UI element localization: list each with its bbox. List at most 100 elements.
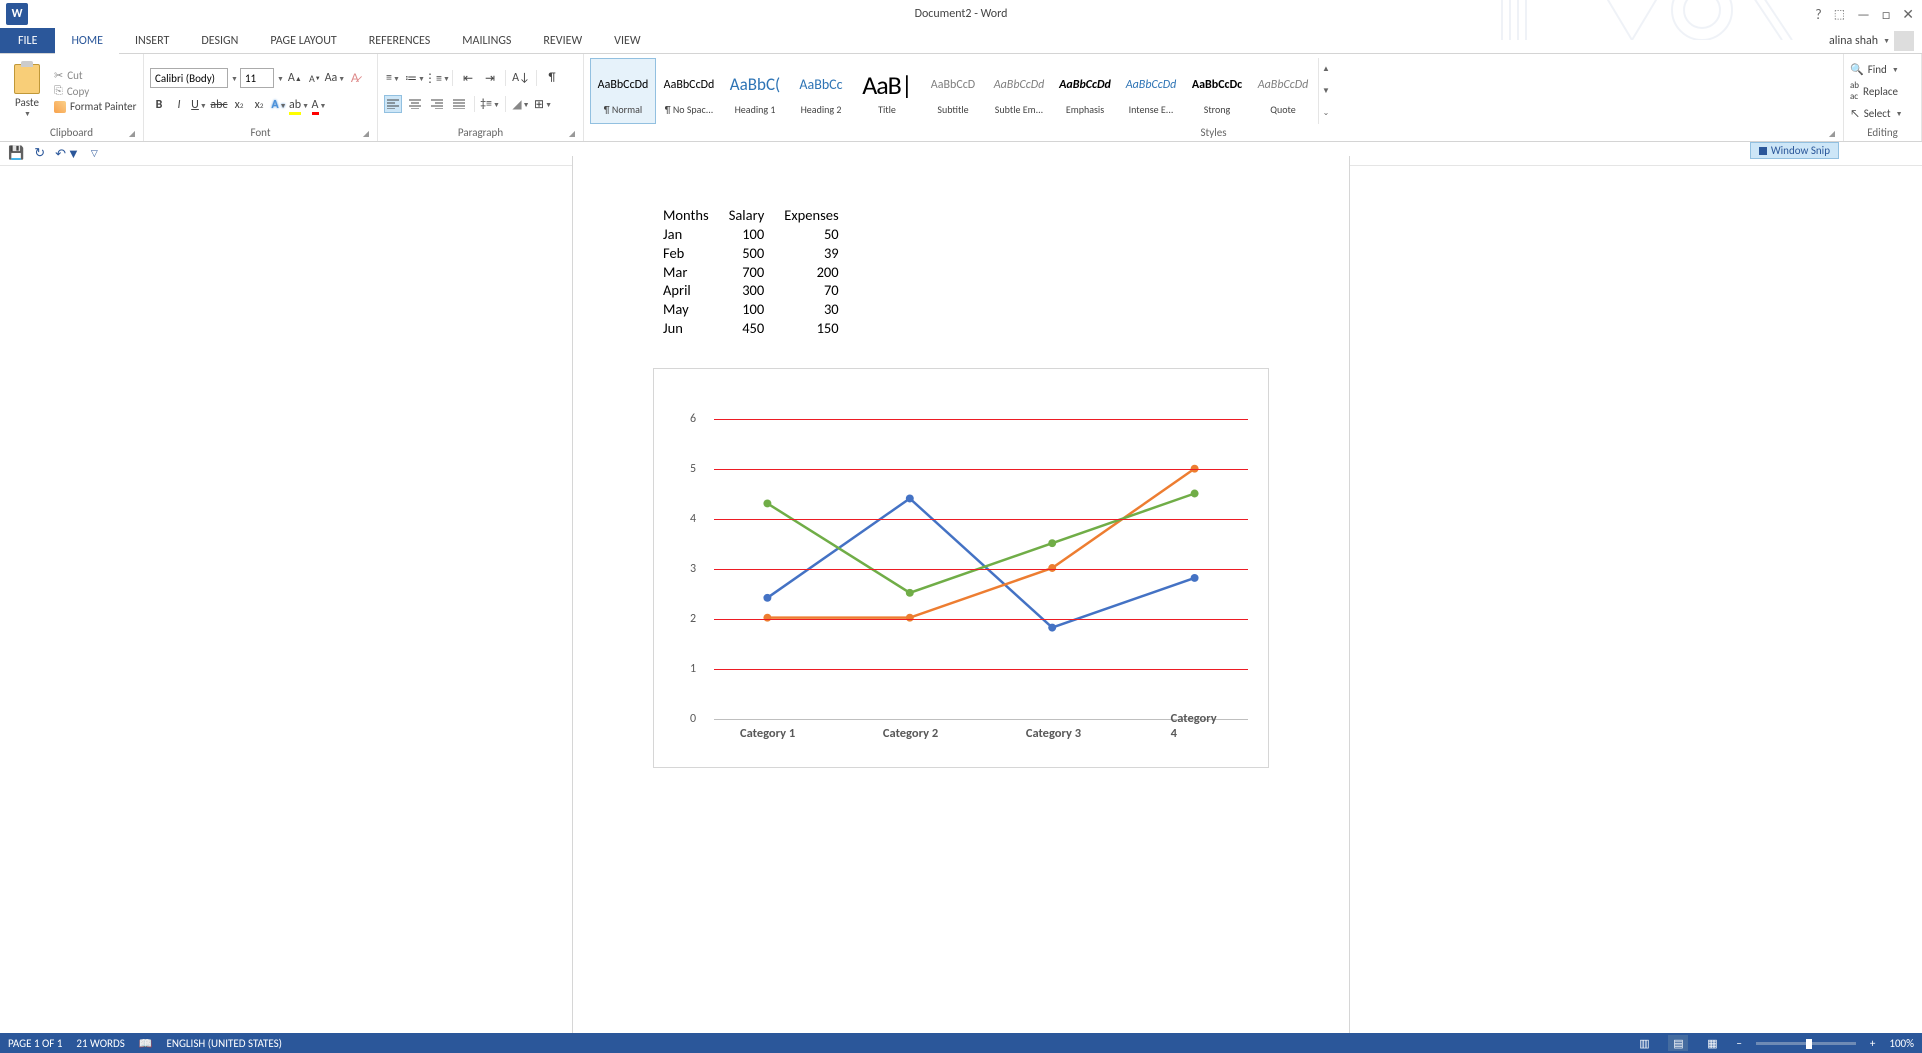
window-snip-tooltip: Window Snip [1750, 142, 1839, 159]
titlebar: W Document2 - Word ? ⬚ — □ ✕ [0, 0, 1922, 28]
font-color-button[interactable]: A▼ [310, 96, 328, 114]
show-marks-button[interactable]: ¶ [543, 69, 561, 87]
style-quote[interactable]: AaBbCcDdQuote [1250, 58, 1316, 124]
shading-button[interactable]: ◢▼ [512, 95, 530, 113]
tab-insert[interactable]: INSERT [119, 28, 185, 53]
read-mode-button[interactable]: ▥ [1634, 1035, 1654, 1051]
font-size-input[interactable] [240, 68, 274, 88]
window-title: Document2 - Word [915, 7, 1008, 21]
numbering-button[interactable]: ≔▼ [406, 69, 424, 87]
align-left-button[interactable] [384, 95, 402, 113]
style-emphasis[interactable]: AaBbCcDdEmphasis [1052, 58, 1118, 124]
tab-review[interactable]: REVIEW [527, 28, 598, 53]
style-heading-2[interactable]: AaBbCcHeading 2 [788, 58, 854, 124]
tab-mailings[interactable]: MAILINGS [446, 28, 527, 53]
dialog-launcher-icon[interactable]: ◢ [129, 129, 135, 139]
undo-button[interactable]: ↶▼ [55, 146, 80, 162]
grow-font-button[interactable]: A▲ [286, 69, 304, 87]
close-icon[interactable]: ✕ [1902, 6, 1914, 23]
font-name-input[interactable] [150, 68, 228, 88]
text-effects-button[interactable]: A▼ [270, 96, 288, 114]
word-count[interactable]: 21 WORDS [76, 1037, 124, 1050]
style--normal[interactable]: AaBbCcDd¶ Normal [590, 58, 656, 124]
justify-button[interactable] [450, 95, 468, 113]
page-number[interactable]: PAGE 1 OF 1 [8, 1037, 62, 1050]
decrease-indent-button[interactable]: ⇤ [459, 69, 477, 87]
chart-marker [1048, 564, 1056, 572]
print-layout-button[interactable]: ▤ [1668, 1035, 1688, 1051]
group-paragraph: ≡▼ ≔▼ ⋮≡▼ ⇤ ⇥ A↓ ¶ [378, 54, 584, 141]
group-label-font: Font◢ [150, 126, 371, 141]
zoom-out-button[interactable]: − [1736, 1037, 1741, 1050]
styles-scroll-down[interactable]: ▼ [1319, 80, 1333, 102]
page[interactable]: MonthsSalaryExpenses Jan10050Feb50039Mar… [573, 156, 1349, 1033]
chart-marker [906, 589, 914, 597]
restore-icon[interactable]: □ [1882, 6, 1890, 23]
bullets-button[interactable]: ≡▼ [384, 69, 402, 87]
dialog-launcher-icon[interactable]: ◢ [569, 129, 575, 139]
minimize-icon[interactable]: — [1857, 6, 1870, 23]
superscript-button[interactable]: x2 [250, 96, 268, 114]
chevron-down-icon[interactable]: ▼ [277, 74, 284, 83]
sort-button[interactable]: A↓ [512, 69, 530, 87]
chart-marker [1048, 624, 1056, 632]
bold-button[interactable]: B [150, 96, 168, 114]
style-subtle-em-[interactable]: AaBbCcDdSubtle Em... [986, 58, 1052, 124]
cut-button[interactable]: ✂Cut [54, 69, 136, 82]
chart-series-line [767, 493, 1194, 592]
style-title[interactable]: AaB|Title [854, 58, 920, 124]
change-case-button[interactable]: Aa▼ [326, 69, 344, 87]
tab-page-layout[interactable]: PAGE LAYOUT [254, 28, 352, 53]
line-chart[interactable]: 0123456Category 1Category 2Category 3Cat… [653, 368, 1269, 768]
replace-button[interactable]: abacReplace [1850, 81, 1898, 101]
zoom-level[interactable]: 100% [1889, 1037, 1914, 1050]
line-spacing-button[interactable]: ‡≡▼ [481, 95, 499, 113]
italic-button[interactable]: I [170, 96, 188, 114]
align-center-button[interactable] [406, 95, 424, 113]
tab-view[interactable]: VIEW [598, 28, 656, 53]
help-icon[interactable]: ? [1815, 6, 1822, 23]
zoom-in-button[interactable]: + [1870, 1037, 1875, 1050]
user-menu[interactable]: alina shah ▼ [1821, 28, 1922, 53]
repeat-button[interactable]: ↻ [34, 146, 45, 161]
styles-expand[interactable]: ⌄ [1319, 102, 1333, 124]
y-tick-label: 4 [690, 512, 696, 526]
chevron-down-icon[interactable]: ▼ [231, 74, 238, 83]
spellcheck-icon[interactable]: 📖 [139, 1037, 153, 1050]
tab-home[interactable]: HOME [55, 28, 119, 54]
tab-design[interactable]: DESIGN [185, 28, 254, 53]
style-heading-1[interactable]: AaBbC(Heading 1 [722, 58, 788, 124]
increase-indent-button[interactable]: ⇥ [481, 69, 499, 87]
save-button[interactable]: 💾 [8, 146, 24, 161]
style-intense-e-[interactable]: AaBbCcDdIntense E... [1118, 58, 1184, 124]
highlight-button[interactable]: ab▼ [290, 96, 308, 114]
zoom-slider[interactable] [1756, 1042, 1856, 1045]
find-button[interactable]: 🔍Find▼ [1850, 59, 1899, 79]
y-tick-label: 3 [690, 562, 696, 576]
tab-references[interactable]: REFERENCES [353, 28, 447, 53]
web-layout-button[interactable]: ▦ [1702, 1035, 1722, 1051]
align-right-button[interactable] [428, 95, 446, 113]
select-button[interactable]: ↖Select▼ [1850, 103, 1903, 123]
style-strong[interactable]: AaBbCcDcStrong [1184, 58, 1250, 124]
dialog-launcher-icon[interactable]: ◢ [363, 129, 369, 139]
language[interactable]: ENGLISH (UNITED STATES) [167, 1037, 282, 1050]
tab-file[interactable]: FILE [0, 28, 55, 53]
qat-customize[interactable]: ▽ [91, 148, 98, 159]
multilevel-button[interactable]: ⋮≡▼ [428, 69, 446, 87]
document-area[interactable]: MonthsSalaryExpenses Jan10050Feb50039Mar… [0, 166, 1922, 1033]
format-painter-button[interactable]: Format Painter [54, 100, 136, 113]
strikethrough-button[interactable]: abc [210, 96, 228, 114]
ribbon-display-icon[interactable]: ⬚ [1834, 7, 1845, 22]
subscript-button[interactable]: x2 [230, 96, 248, 114]
underline-button[interactable]: U▼ [190, 96, 208, 114]
borders-button[interactable]: ⊞▼ [534, 95, 552, 113]
style--no-spac-[interactable]: AaBbCcDd¶ No Spac... [656, 58, 722, 124]
paste-button[interactable]: Paste ▼ [6, 58, 48, 124]
shrink-font-button[interactable]: A▼ [306, 69, 324, 87]
copy-button[interactable]: ⎘Copy [54, 84, 136, 98]
style-subtitle[interactable]: AaBbCcDSubtitle [920, 58, 986, 124]
styles-scroll-up[interactable]: ▲ [1319, 58, 1333, 80]
dialog-launcher-icon[interactable]: ◢ [1829, 129, 1835, 139]
clear-formatting-button[interactable]: A̷ [346, 69, 364, 87]
